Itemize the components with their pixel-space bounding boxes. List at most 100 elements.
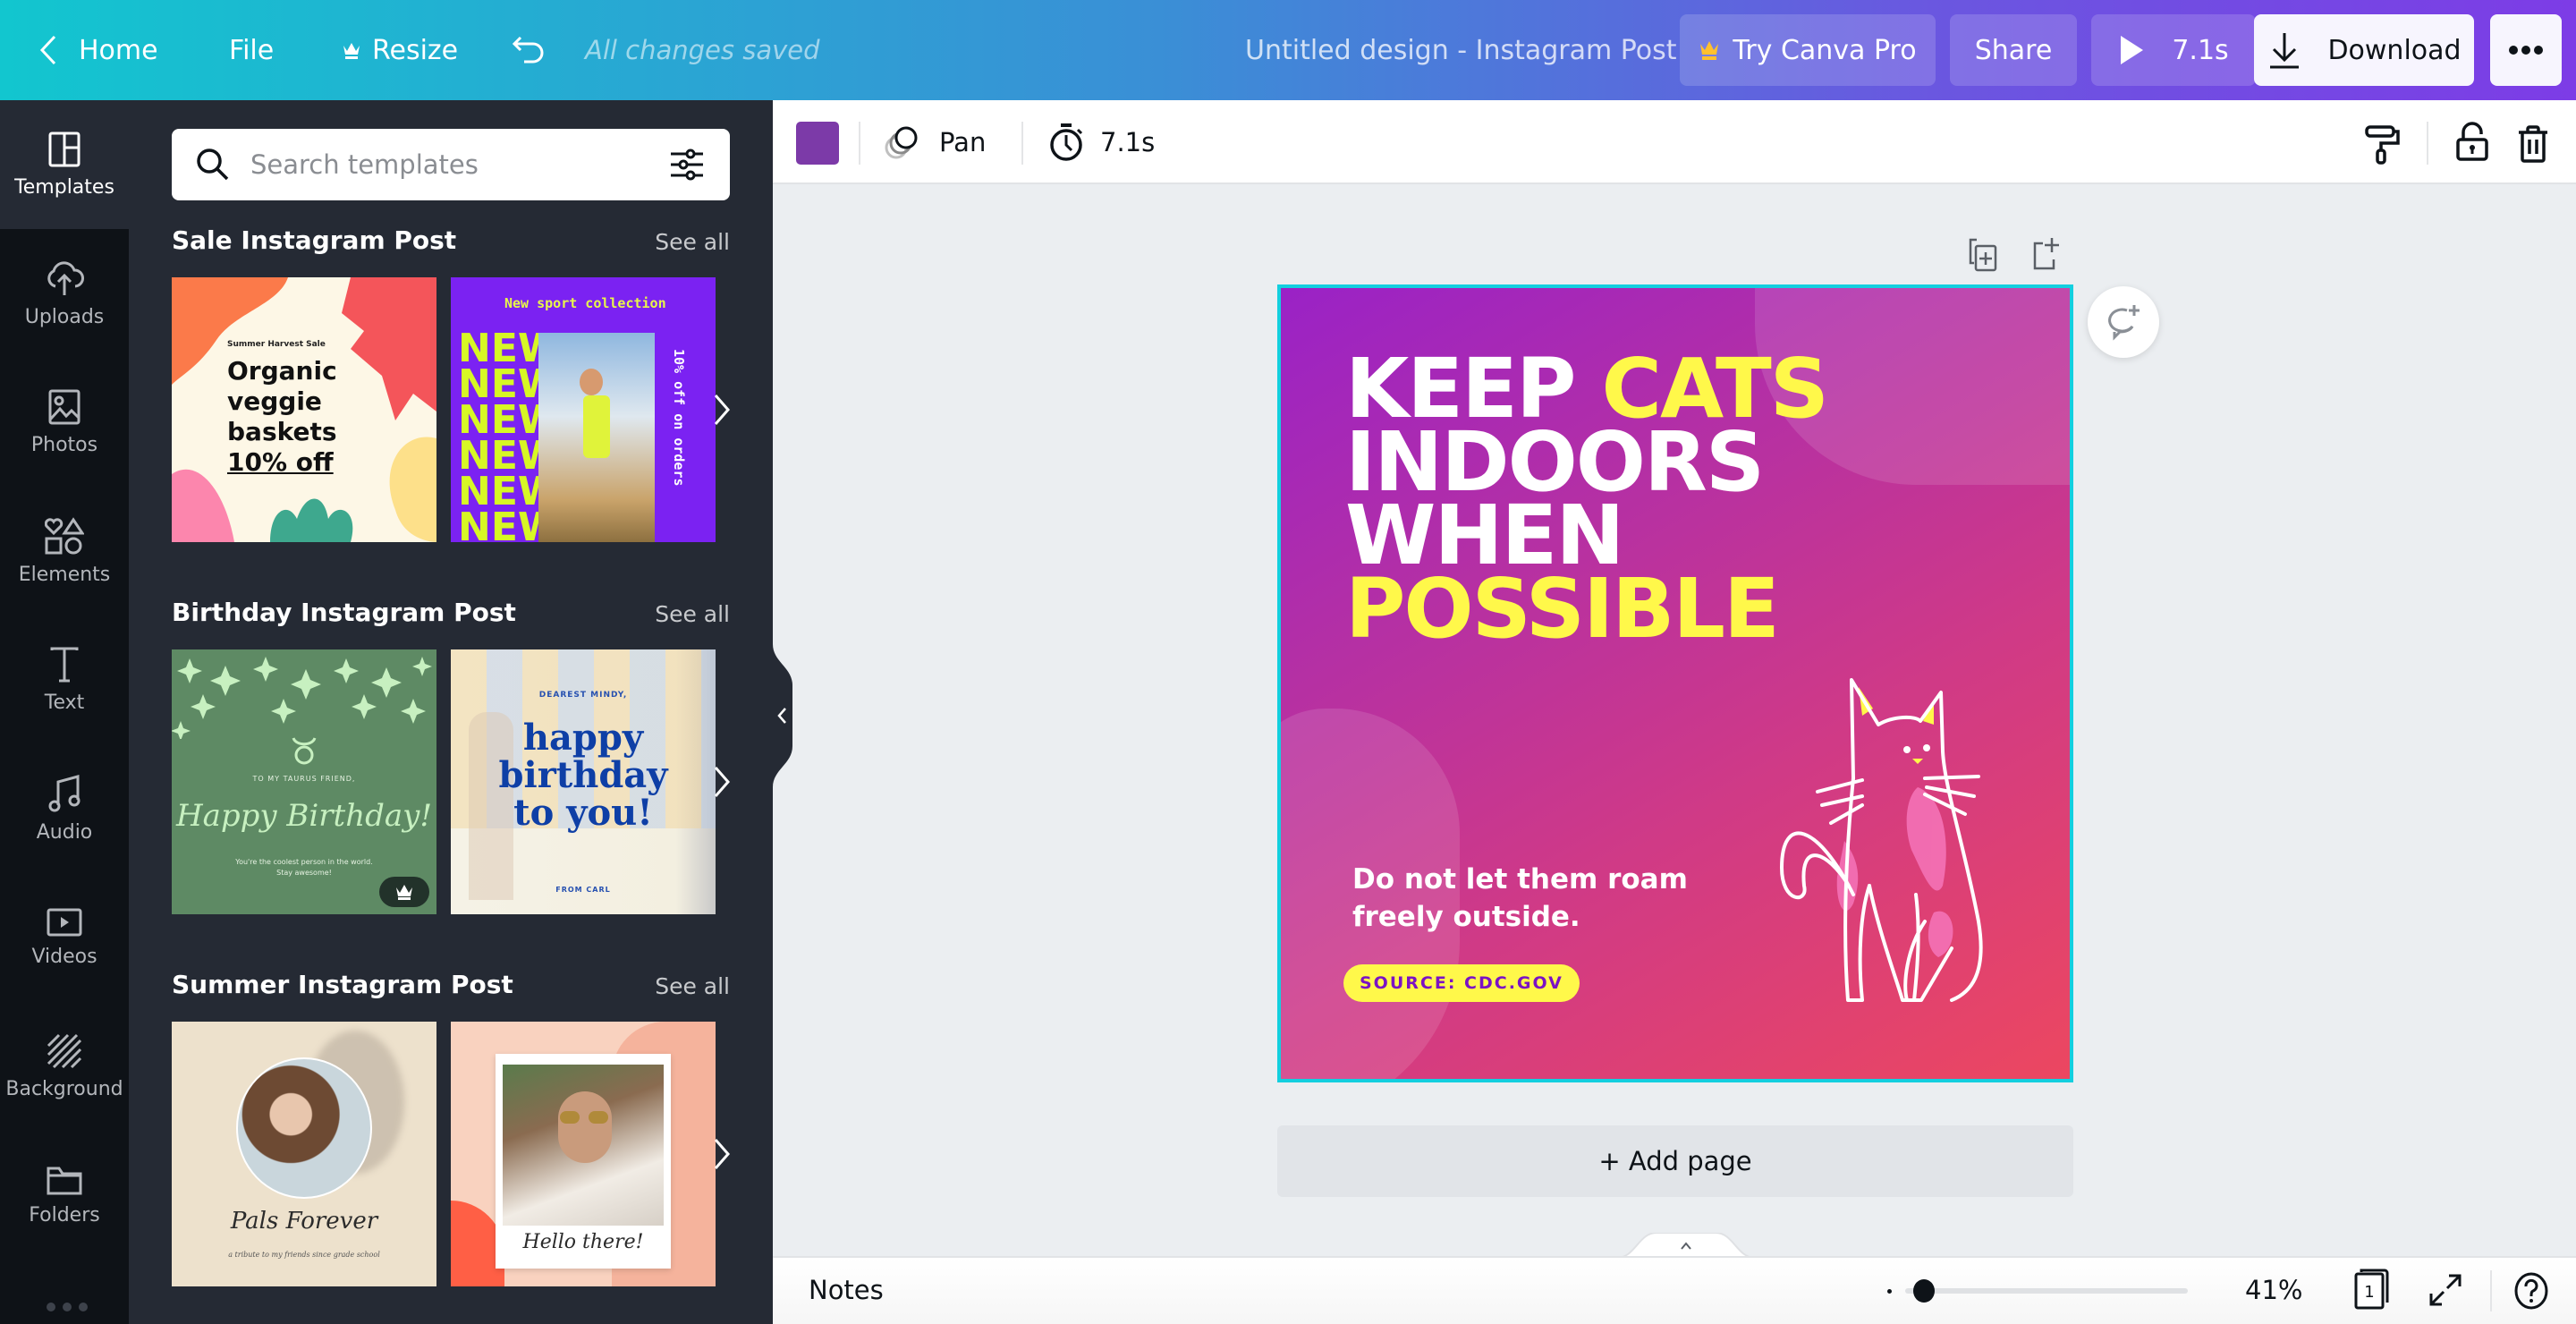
subtext[interactable]: Do not let them roam freely outside. bbox=[1352, 861, 1728, 936]
templates-icon bbox=[48, 132, 80, 166]
template-thumbnail-hello-there[interactable]: Hello there! bbox=[451, 1022, 716, 1286]
animation-pan-icon bbox=[885, 126, 918, 159]
zoom-slider-thumb[interactable] bbox=[1912, 1279, 1935, 1303]
sidebar-item-templates[interactable]: Templates bbox=[0, 100, 129, 229]
resize-label: Resize bbox=[372, 34, 459, 66]
download-label: Download bbox=[2327, 34, 2462, 66]
animate-button[interactable]: Pan bbox=[884, 100, 986, 184]
comment-add-icon bbox=[2108, 305, 2140, 341]
search-input[interactable] bbox=[250, 149, 669, 180]
file-label: File bbox=[229, 34, 275, 66]
toolbar-divider bbox=[2427, 122, 2428, 165]
template-thumbnail-new-sport[interactable]: New sport collection NEW NEW NEW NEW NEW NEW … bbox=[451, 277, 716, 542]
sidebar-item-label: Templates bbox=[14, 175, 114, 199]
design-page[interactable]: KEEP CATS INDOORS WHEN POSSIBLE Do not l… bbox=[1277, 284, 2073, 1082]
template-photo-woman bbox=[503, 1065, 664, 1226]
add-page-icon[interactable] bbox=[2032, 236, 2063, 272]
timing-button[interactable]: 7.1s bbox=[1048, 100, 1155, 184]
crown-icon bbox=[343, 43, 360, 59]
sidebar-item-label: Folders bbox=[29, 1203, 100, 1226]
sidebar-item-uploads[interactable]: Uploads bbox=[0, 229, 129, 358]
zoom-percent[interactable]: 41% bbox=[2245, 1256, 2302, 1324]
try-canva-pro-button[interactable]: Try Canva Pro bbox=[1680, 14, 1936, 86]
template-top-text: DEAREST MINDY, bbox=[538, 691, 628, 700]
play-icon bbox=[2121, 36, 2144, 64]
file-menu-button[interactable]: File bbox=[229, 0, 274, 100]
template-thumbnail-happy-birthday[interactable]: DEAREST MINDY, happy birthday to you! FROM… bbox=[451, 649, 716, 914]
template-script-text: Happy Birthday! bbox=[175, 798, 433, 834]
section-title-birthday: Birthday Instagram Post bbox=[172, 598, 516, 627]
more-apps-button[interactable] bbox=[47, 1303, 88, 1311]
chevron-right-icon[interactable] bbox=[708, 764, 735, 800]
folder-icon bbox=[47, 1167, 82, 1194]
sidebar-item-label: Elements bbox=[18, 563, 111, 586]
home-button[interactable]: Home bbox=[39, 0, 158, 100]
play-duration: 7.1s bbox=[2172, 34, 2229, 66]
cat-illustration[interactable] bbox=[1719, 662, 2014, 1002]
video-icon bbox=[47, 908, 82, 936]
shapes-icon bbox=[45, 516, 84, 554]
zoom-slider[interactable] bbox=[1887, 1276, 2188, 1306]
sidebar-item-videos[interactable]: Videos bbox=[0, 873, 129, 1002]
paint-roller-icon[interactable] bbox=[2365, 125, 2401, 165]
sidebar-item-photos[interactable]: Photos bbox=[0, 358, 129, 487]
fullscreen-button[interactable] bbox=[2429, 1274, 2462, 1310]
svg-text:1: 1 bbox=[2364, 1283, 2374, 1302]
download-button[interactable]: Download bbox=[2254, 14, 2474, 86]
source-badge[interactable]: SOURCE: CDC.GOV bbox=[1343, 964, 1580, 1002]
undo-button[interactable] bbox=[512, 0, 547, 100]
sidebar-item-folders[interactable]: Folders bbox=[0, 1131, 129, 1260]
sidebar-item-label: Text bbox=[44, 691, 85, 714]
sidebar-item-label: Background bbox=[5, 1077, 123, 1100]
template-thumbnail-organic-veggie[interactable]: Summer Harvest Sale Organic veggie baske… bbox=[172, 277, 436, 542]
help-button[interactable] bbox=[2513, 1272, 2549, 1313]
section-title-summer: Summer Instagram Post bbox=[172, 970, 513, 999]
collapse-panel-button[interactable] bbox=[773, 644, 796, 787]
trash-icon[interactable] bbox=[2517, 125, 2549, 163]
background-stripes-icon bbox=[47, 1033, 82, 1068]
more-options-button[interactable] bbox=[2490, 14, 2562, 86]
chevron-right-icon[interactable] bbox=[708, 1136, 735, 1172]
toolbar-divider bbox=[1021, 122, 1023, 165]
template-headline: Organic veggie baskets 10% off bbox=[227, 356, 337, 477]
notes-expand-tab[interactable] bbox=[1617, 1233, 1755, 1258]
taurus-symbol-icon bbox=[292, 737, 317, 765]
page-count-button[interactable]: 1 bbox=[2354, 1269, 2390, 1313]
play-button[interactable]: 7.1s bbox=[2091, 14, 2256, 86]
sidebar-item-background[interactable]: Background bbox=[0, 1002, 129, 1131]
bottom-bar bbox=[773, 1256, 2576, 1324]
music-note-icon bbox=[48, 774, 80, 811]
add-comment-button[interactable] bbox=[2088, 286, 2159, 358]
try-pro-label: Try Canva Pro bbox=[1733, 34, 1917, 66]
see-all-birthday-link[interactable]: See all bbox=[655, 601, 730, 627]
search-icon bbox=[197, 149, 229, 181]
add-page-button[interactable]: + Add page bbox=[1277, 1125, 2073, 1197]
sidebar-item-elements[interactable]: Elements bbox=[0, 487, 129, 615]
headline-text[interactable]: KEEP CATS INDOORS WHEN POSSIBLE bbox=[1345, 348, 1829, 650]
template-thumbnail-pals-forever[interactable]: Pals Forever a tribute to my friends sin… bbox=[172, 1022, 436, 1286]
document-title[interactable]: Untitled design - Instagram Post bbox=[1245, 0, 1677, 100]
upload-cloud-icon bbox=[47, 260, 84, 295]
template-headline: happy birthday to you! bbox=[498, 717, 668, 834]
color-swatch-button[interactable] bbox=[796, 122, 839, 165]
crown-icon bbox=[396, 885, 412, 900]
sidebar-item-text[interactable]: Text bbox=[0, 615, 129, 744]
see-all-sale-link[interactable]: See all bbox=[655, 229, 730, 255]
top-bar: Home File Resize All changes saved Untit… bbox=[0, 0, 2576, 100]
duplicate-page-icon[interactable] bbox=[1968, 238, 1998, 272]
share-button[interactable]: Share bbox=[1950, 14, 2077, 86]
pages-icon: 1 bbox=[2354, 1269, 2389, 1310]
notes-button[interactable]: Notes bbox=[809, 1256, 884, 1324]
see-all-summer-link[interactable]: See all bbox=[655, 973, 730, 999]
more-horizontal-icon bbox=[2509, 46, 2543, 55]
collapse-panel-shape bbox=[773, 644, 792, 787]
chevron-left-icon bbox=[39, 35, 56, 65]
undo-icon bbox=[512, 36, 544, 64]
chevron-right-icon[interactable] bbox=[708, 392, 735, 428]
unlock-icon[interactable] bbox=[2456, 122, 2488, 161]
filter-sliders-icon[interactable] bbox=[669, 147, 705, 182]
resize-button[interactable]: Resize bbox=[342, 0, 458, 100]
sidebar-item-audio[interactable]: Audio bbox=[0, 744, 129, 873]
timing-label: 7.1s bbox=[1100, 127, 1156, 157]
template-thumbnail-taurus-birthday[interactable]: TO MY TAURUS FRIEND, Happy Birthday! You… bbox=[172, 649, 436, 914]
